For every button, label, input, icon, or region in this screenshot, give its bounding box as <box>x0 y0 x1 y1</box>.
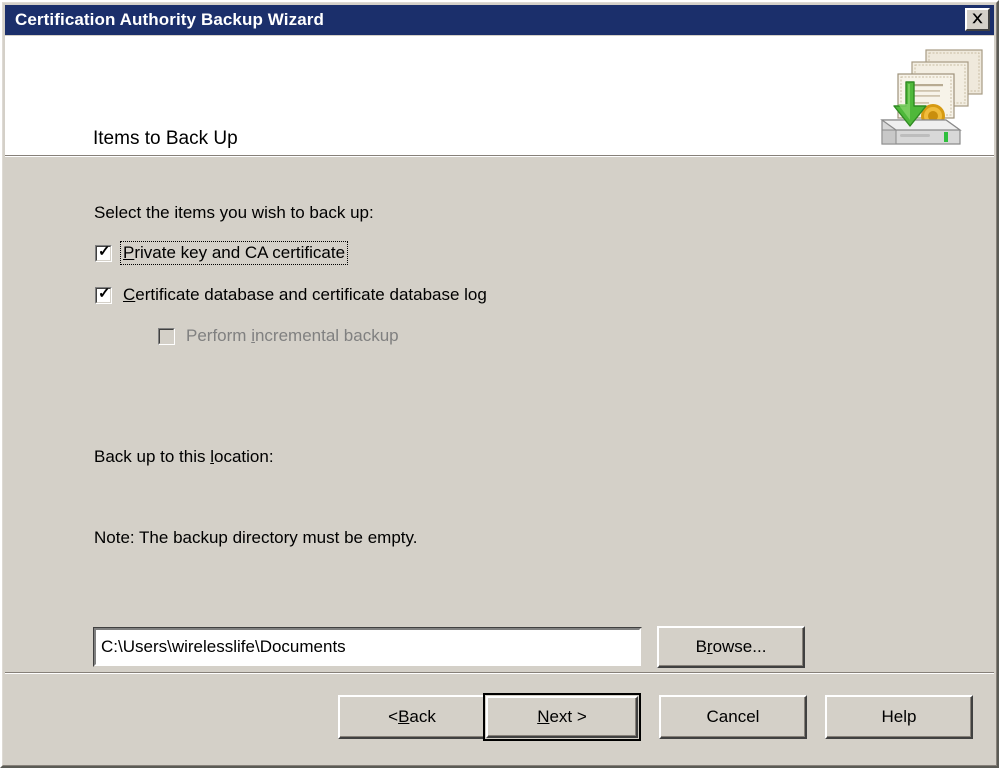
back-button-suffix: ack <box>409 707 436 726</box>
checkbox-box-certificate-database[interactable]: ✓ <box>95 284 112 304</box>
wizard-footer: < Back Next > Cancel Help <box>5 674 994 764</box>
backup-wizard-dialog: Certification Authority Backup Wizard It… <box>0 0 999 768</box>
next-button-default-frame: Next > <box>483 693 641 741</box>
help-button-label: Help <box>881 707 917 726</box>
checkbox-label-text: rivate key and CA certificate <box>134 243 346 262</box>
cancel-button-label: Cancel <box>706 707 760 726</box>
close-button[interactable] <box>965 8 990 31</box>
browse-button[interactable]: Br owse... <box>657 626 805 668</box>
title-bar: Certification Authority Backup Wizard <box>5 5 994 35</box>
close-icon <box>971 12 984 27</box>
next-button[interactable]: Next > <box>486 696 638 738</box>
next-button-suffix: ext > <box>549 707 587 726</box>
checkbox-box-private-key[interactable]: ✓ <box>95 242 112 262</box>
checkmark-icon: ✓ <box>98 284 111 302</box>
checkbox-box-incremental-backup <box>158 327 175 345</box>
checkbox-certificate-database-and-log[interactable]: ✓ Certificate database and certificate d… <box>95 284 489 306</box>
location-label-suffix: ocation: <box>214 447 274 466</box>
cancel-button[interactable]: Cancel <box>659 695 807 739</box>
back-button-prefix: < <box>388 707 399 726</box>
checkbox-label-incremental-backup: Perform incremental backup <box>184 325 401 347</box>
accelerator-letter: N <box>537 707 550 726</box>
checkbox-label-text-prefix: Perform <box>186 326 252 345</box>
wizard-body: Select the items you wish to back up: ✓ … <box>5 158 994 673</box>
help-button[interactable]: Help <box>825 695 973 739</box>
checkbox-private-key-and-ca-certificate[interactable]: ✓ Private key and CA certificate <box>95 241 349 265</box>
checkbox-label-text-suffix: ncremental backup <box>254 326 399 345</box>
checkbox-perform-incremental-backup: Perform incremental backup <box>158 325 401 347</box>
checkbox-label-certificate-database[interactable]: Certificate database and certificate dat… <box>121 284 489 306</box>
backup-directory-note: Note: The backup directory must be empty… <box>94 528 418 547</box>
instruction-text: Select the items you wish to back up: <box>94 203 374 222</box>
accelerator-letter: C <box>123 285 136 304</box>
location-label-prefix: Back up to this <box>94 447 211 466</box>
back-button[interactable]: < Back <box>338 695 486 739</box>
certificate-backup-icon <box>868 46 986 150</box>
window-title: Certification Authority Backup Wizard <box>15 10 324 29</box>
checkmark-icon: ✓ <box>98 242 111 260</box>
accelerator-letter: B <box>398 707 410 726</box>
checkbox-label-text: ertificate database and certificate data… <box>135 285 487 304</box>
browse-button-suffix: owse... <box>712 637 767 656</box>
backup-location-input[interactable] <box>94 628 641 666</box>
wizard-header: Items to Back Up <box>5 36 994 155</box>
header-divider <box>5 155 994 157</box>
checkbox-label-private-key[interactable]: Private key and CA certificate <box>119 241 349 265</box>
page-title: Items to Back Up <box>93 128 238 149</box>
browse-button-prefix: B <box>695 637 707 656</box>
accelerator-letter: P <box>123 243 135 262</box>
location-label: Back up to this location: <box>94 447 274 467</box>
